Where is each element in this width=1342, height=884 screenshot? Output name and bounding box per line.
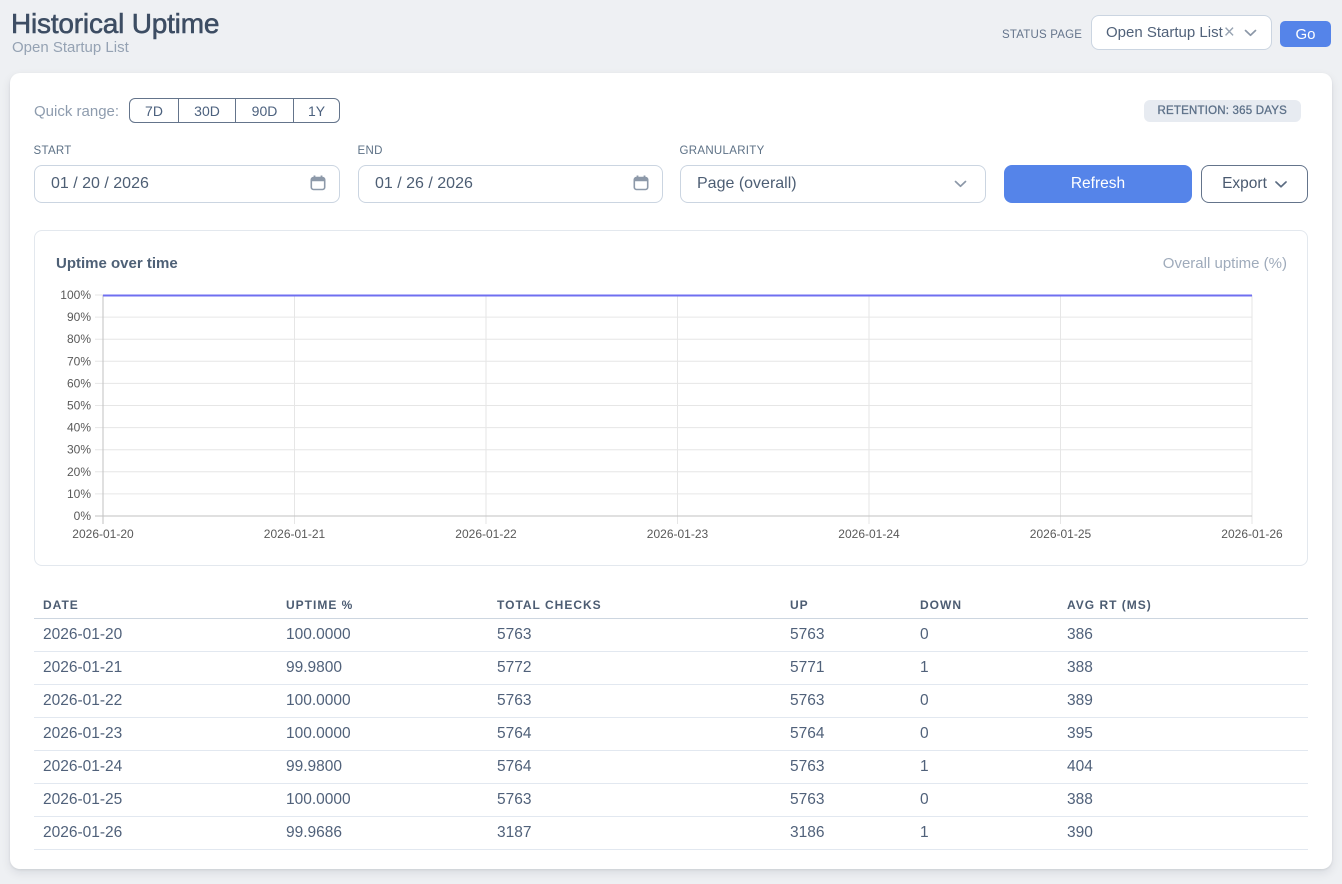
svg-text:2026-01-23: 2026-01-23	[647, 527, 709, 541]
svg-text:2026-01-22: 2026-01-22	[455, 527, 517, 541]
svg-text:30%: 30%	[67, 443, 91, 457]
svg-text:2026-01-26: 2026-01-26	[1221, 527, 1283, 541]
svg-text:2026-01-20: 2026-01-20	[72, 527, 134, 541]
svg-text:100%: 100%	[60, 288, 91, 302]
svg-text:10%: 10%	[67, 487, 91, 501]
svg-text:90%: 90%	[67, 310, 91, 324]
svg-text:40%: 40%	[67, 421, 91, 435]
svg-text:0%: 0%	[74, 509, 92, 523]
svg-text:2026-01-25: 2026-01-25	[1030, 527, 1092, 541]
svg-text:80%: 80%	[67, 332, 91, 346]
svg-text:70%: 70%	[67, 354, 91, 368]
svg-text:20%: 20%	[67, 465, 91, 479]
svg-text:60%: 60%	[67, 376, 91, 390]
svg-text:2026-01-24: 2026-01-24	[838, 527, 900, 541]
svg-text:50%: 50%	[67, 399, 91, 413]
svg-text:2026-01-21: 2026-01-21	[264, 527, 326, 541]
